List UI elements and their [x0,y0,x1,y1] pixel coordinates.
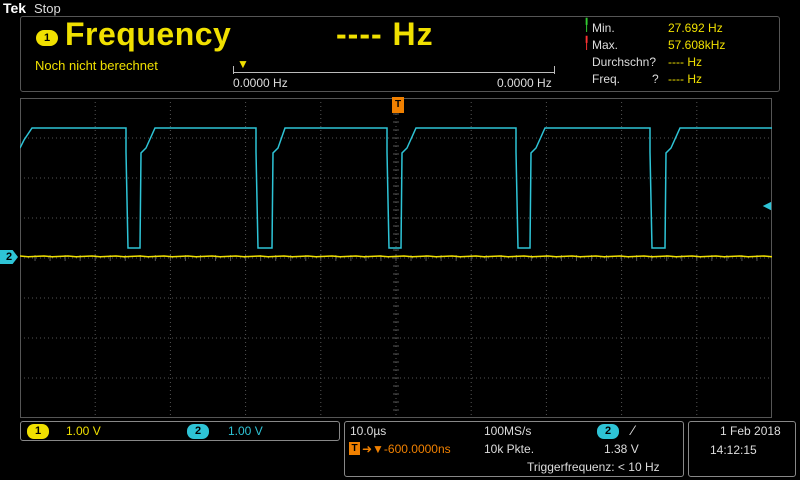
measurement-channel-badge: 1 [36,30,58,46]
max-marker-icon: ╿ [583,36,591,50]
run-state: Stop [34,1,61,16]
trigger-source-badge[interactable]: 2 [597,424,619,439]
waveform-display[interactable] [20,98,772,418]
trigger-slope-icon[interactable]: ⁄ [632,422,634,438]
histogram-right-label: 0.0000 Hz [497,76,552,90]
ch1-scale[interactable]: 1.00 V [66,424,101,438]
stat-freq-label: Freq. [592,72,621,86]
ch2-offset-marker[interactable]: 2 [0,250,18,264]
record-length: 10k Pkte. [484,442,535,456]
stat-mean-value: ---- Hz [668,55,702,69]
histogram-axis [233,72,555,73]
min-marker-icon: ╿ [583,18,591,32]
stat-min-label: Min. [592,21,615,35]
graticule [20,98,772,418]
ch2-badge[interactable]: 2 [187,424,209,439]
trigger-position-icon: T [349,442,360,455]
measurement-note: Noch nicht berechnet [35,58,158,73]
stat-min-value: 27.692 Hz [668,21,723,35]
trigger-level[interactable]: 1.38 V [604,442,639,456]
ch2-scale[interactable]: 1.00 V [228,424,263,438]
time: 14:12:15 [710,443,757,457]
histogram-left-label: 0.0000 Hz [233,76,288,90]
trigger-frequency: Triggerfrequenz: < 10 Hz [527,460,660,474]
histogram-tick [233,66,234,74]
histogram-marker: ▼ [237,57,249,71]
trigger-level-marker[interactable]: ◄ [760,197,774,213]
trigger-position-marker[interactable]: T [392,97,404,113]
ch1-trace [20,255,772,258]
measurement-title: Frequency [65,16,232,52]
histogram-tick [554,66,555,74]
time-scale[interactable]: 10.0µs [350,424,386,438]
stat-freq-value: ---- Hz [668,72,702,86]
date: 1 Feb 2018 [720,424,781,438]
brand-logo: Tek [3,0,27,16]
sample-rate: 100MS/s [484,424,532,438]
stat-max-value: 57.608kHz [668,38,726,52]
horizontal-position[interactable]: ➜▼-600.0000ns [362,442,451,456]
measurement-value: ---- Hz [336,16,434,52]
stat-mean-label: Durchschn? [592,55,657,69]
stat-max-label: Max. [592,38,619,52]
stat-freq-q: ? [652,72,659,86]
ch1-badge[interactable]: 1 [27,424,49,439]
